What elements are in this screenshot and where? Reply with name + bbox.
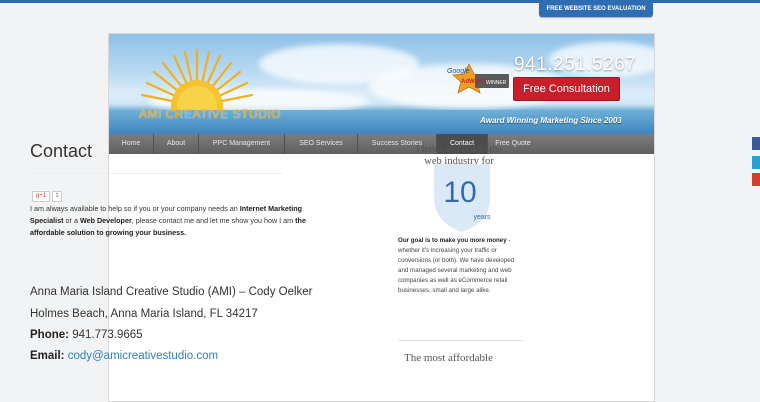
logo-text[interactable]: AMI CREATIVE STUDIO (139, 107, 281, 121)
free-seo-evaluation-button[interactable]: FREE WEBSITE SEO EVALUATION (539, 1, 653, 17)
phone-value[interactable]: 941.773.9665 (72, 329, 142, 341)
nav-item-ppc-management[interactable]: PPC Management (199, 134, 285, 154)
intro-text-1: I am always available to help so if you … (30, 204, 240, 213)
email-line: Email: cody@amicreativestudio.com (30, 350, 218, 362)
phone-label: Phone: (30, 329, 69, 341)
header-phone-number[interactable]: 941.251.5267 (514, 54, 636, 76)
free-consultation-button[interactable]: Free Consultation (513, 77, 620, 101)
badge-line2: AdWords (461, 79, 488, 85)
google-plus-share-icon[interactable] (752, 173, 760, 186)
intro-text-2: or a (63, 216, 80, 225)
goal-body: - whether it's increasing your traffic o… (398, 237, 515, 294)
years-label: years (473, 214, 491, 221)
site-header: AMI CREATIVE STUDIO Google AdWords WINNE… (109, 34, 654, 134)
sidebar-heading-line1: I have worked in the (415, 144, 503, 155)
goal-bold: Our goal is to make you more money (398, 237, 507, 244)
badge-line1: Google (447, 68, 470, 75)
facebook-share-icon[interactable] (752, 137, 760, 150)
sun-logo-icon[interactable] (137, 44, 257, 110)
email-label: Email: (30, 350, 65, 362)
sidebar-divider (398, 340, 523, 341)
address-line-1: Anna Maria Island Creative Studio (AMI) … (30, 286, 313, 298)
google-plus-count: 1 (52, 191, 62, 202)
intro-paragraph: I am always available to help so if you … (30, 203, 330, 239)
main-nav: Home About PPC Management SEO Services S… (109, 134, 654, 154)
twitter-share-icon[interactable] (752, 156, 760, 169)
ten-years-shield-icon: 10 years (434, 164, 491, 232)
intro-bold-2: Web Developer (79, 216, 132, 225)
header-tagline: Award Winning Marketing Since 2003 (480, 116, 622, 125)
page-title: Contact (30, 141, 93, 161)
years-number: 10 (443, 176, 476, 209)
title-divider (30, 173, 282, 174)
google-plus-one-button[interactable]: g+1 (32, 191, 50, 202)
google-adwords-award-badge: Google AdWords WINNER (447, 64, 509, 94)
address-line-2: Holmes Beach, Anna Maria Island, FL 3421… (30, 308, 258, 320)
badge-line3: WINNER (486, 80, 507, 86)
nav-item-about[interactable]: About (154, 134, 199, 154)
nav-item-seo-services[interactable]: SEO Services (285, 134, 358, 154)
sidebar-footer-heading: The most affordable (404, 352, 493, 364)
phone-line: Phone: 941.773.9665 (30, 329, 143, 341)
sidebar-goal-text: Our goal is to make you more money - whe… (398, 236, 518, 296)
intro-text-3: , please contact me and let me show you … (131, 216, 296, 225)
nav-item-home[interactable]: Home (109, 134, 154, 154)
email-link[interactable]: cody@amicreativestudio.com (68, 350, 218, 362)
